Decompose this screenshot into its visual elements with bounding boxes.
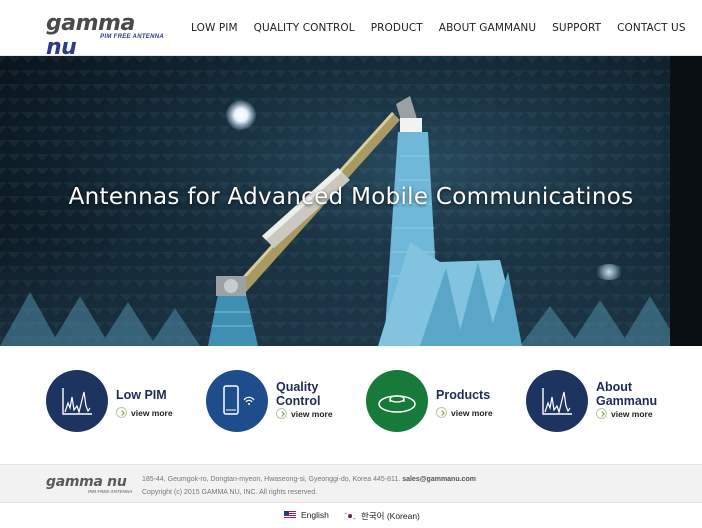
feature-title-line1: About	[596, 380, 633, 394]
chevron-right-icon	[436, 407, 447, 418]
view-more-link[interactable]: view more	[436, 407, 493, 418]
view-more-link[interactable]: view more	[116, 407, 173, 418]
feature-title[interactable]: Low PIM	[116, 388, 167, 402]
lang-label: English	[301, 510, 329, 520]
language-bar: English 한국어 (Korean)	[0, 502, 702, 528]
smartphone-wifi-icon[interactable]	[206, 370, 268, 432]
view-more-label: view more	[611, 408, 653, 419]
feature-title-line2: Gammanu	[596, 394, 658, 408]
view-more-link[interactable]: view more	[276, 408, 333, 419]
copyright-text: Copyright (c) 2015 GAMMA NU, INC. All ri…	[142, 489, 318, 496]
footer-logo[interactable]: gamma nu	[46, 474, 127, 490]
logo-tagline: PIM FREE ANTENNA	[100, 34, 164, 40]
address-text: 185-44, Geumgok-ro, Dongtan-myeon, Hwase…	[142, 476, 401, 483]
view-more-link[interactable]: view more	[596, 408, 653, 419]
us-flag-icon	[284, 511, 296, 519]
view-more-label: view more	[131, 407, 173, 418]
feature-low-pim[interactable]: Low PIM view more	[46, 370, 206, 434]
feature-title-line1: Quality	[276, 380, 319, 394]
feature-quality-control[interactable]: Quality Control view more	[206, 370, 366, 434]
site-logo[interactable]: gamma nu PIM FREE ANTENNA	[46, 12, 168, 60]
nav-low-pim[interactable]: LOW PIM	[191, 21, 238, 35]
footer-logo-tagline: PIM FREE ANTENNA	[88, 489, 133, 494]
feature-title[interactable]: About Gammanu	[596, 380, 657, 408]
site-header: gamma nu PIM FREE ANTENNA LOW PIM QUALIT…	[0, 0, 702, 60]
wall-light	[594, 264, 624, 280]
chevron-right-icon	[116, 407, 127, 418]
feature-title-line2: Control	[276, 394, 321, 408]
nav-about-gammanu[interactable]: ABOUT GAMMANU	[439, 21, 536, 35]
feature-title[interactable]: Products	[436, 388, 490, 402]
nav-contact-us[interactable]: CONTACT US	[617, 21, 685, 35]
view-more-label: view more	[291, 408, 333, 419]
pim-chart-icon[interactable]	[46, 370, 108, 432]
main-nav: LOW PIM QUALITY CONTROL PRODUCT ABOUT GA…	[191, 21, 702, 35]
hero-title: Antennas for Advanced Mobile Communicati…	[68, 184, 634, 210]
lang-english[interactable]: English	[284, 510, 329, 520]
chevron-right-icon	[276, 408, 287, 419]
feature-section: Low PIM view more Quality Control view m…	[0, 346, 702, 464]
site-footer: gamma nu PIM FREE ANTENNA 185-44, Geumgo…	[0, 464, 702, 502]
nav-product[interactable]: PRODUCT	[371, 21, 423, 35]
feature-products[interactable]: Products view more	[366, 370, 526, 434]
antenna-disc-icon[interactable]	[366, 370, 428, 432]
chevron-right-icon	[596, 408, 607, 419]
email-link[interactable]: sales@gammanu.com	[402, 476, 476, 483]
feature-title[interactable]: Quality Control	[276, 380, 320, 408]
nav-quality-control[interactable]: QUALITY CONTROL	[254, 21, 355, 35]
feature-about-gammanu[interactable]: About Gammanu view more	[526, 370, 686, 434]
lang-korean[interactable]: 한국어 (Korean)	[344, 510, 420, 522]
kr-flag-icon	[344, 512, 356, 520]
ceiling-light	[226, 100, 256, 130]
hero-banner: Antennas for Advanced Mobile Communicati…	[0, 56, 702, 346]
nav-support[interactable]: SUPPORT	[552, 21, 601, 35]
pim-chart-icon[interactable]	[526, 370, 588, 432]
view-more-label: view more	[451, 407, 493, 418]
footer-address: 185-44, Geumgok-ro, Dongtan-myeon, Hwase…	[142, 473, 476, 499]
lang-label: 한국어 (Korean)	[361, 511, 420, 521]
